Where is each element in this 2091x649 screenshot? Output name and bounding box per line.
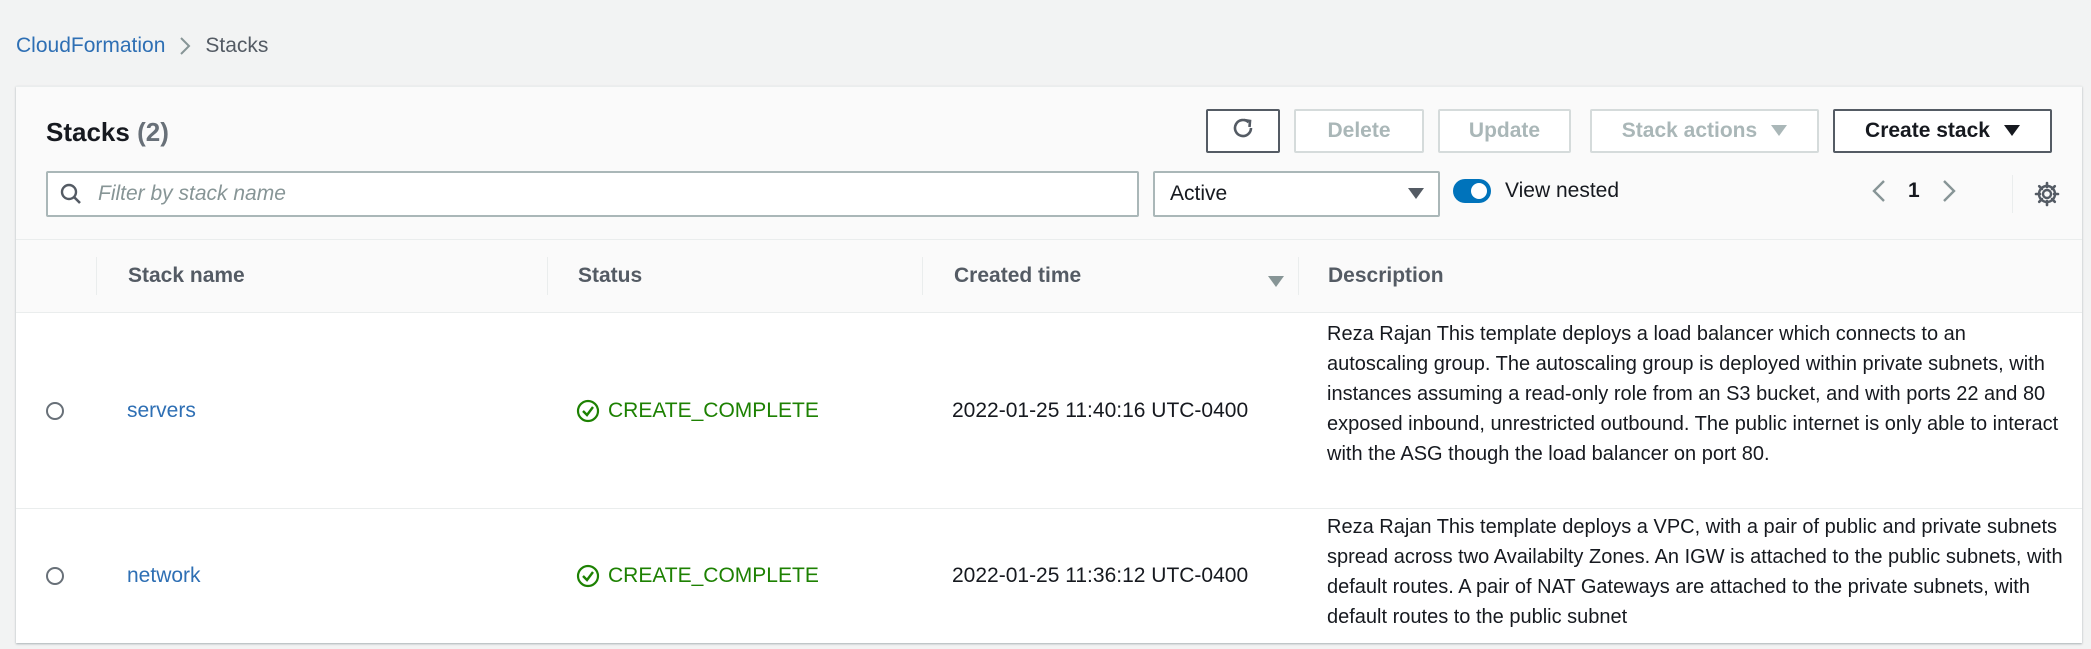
table-row: servers CREATE_COMPLETE 2022-01-25 11:40… [16, 313, 2082, 509]
created-time-cell: 2022-01-25 11:40:16 UTC-0400 [952, 398, 1249, 422]
view-nested-label: View nested [1505, 179, 1620, 202]
gear-icon[interactable] [2034, 181, 2060, 207]
row-radio[interactable] [46, 401, 64, 420]
chevron-right-icon [165, 35, 205, 57]
stack-actions-label: Stack actions [1621, 119, 1758, 142]
status-text: CREATE_COMPLETE [608, 563, 819, 587]
column-divider [1298, 257, 1299, 295]
search-input[interactable] [96, 181, 1100, 207]
created-time-cell: 2022-01-25 11:36:12 UTC-0400 [952, 563, 1249, 587]
description-cell: Reza Rajan This template deploys a load … [1327, 323, 2059, 465]
search-field[interactable] [46, 171, 1139, 217]
breadcrumb: CloudFormation Stacks [16, 34, 268, 58]
description-cell: Reza Rajan This template deploys a VPC, … [1327, 516, 2063, 628]
column-divider [547, 257, 548, 295]
chevron-left-icon[interactable] [1872, 179, 1886, 203]
status-badge: CREATE_COMPLETE [576, 564, 819, 588]
caret-down-icon [1408, 182, 1424, 206]
check-circle-icon [576, 564, 600, 587]
breadcrumb-current: Stacks [205, 34, 269, 57]
column-header-status[interactable]: Status [578, 240, 642, 312]
status-filter-value: Active [1170, 182, 1228, 205]
row-radio[interactable] [46, 566, 64, 585]
sort-descending-icon [1268, 270, 1284, 294]
status-cell: CREATE_COMPLETE [576, 509, 819, 642]
status-text: CREATE_COMPLETE [608, 398, 819, 422]
update-button[interactable]: Update [1438, 109, 1571, 153]
status-filter-select[interactable]: Active [1153, 171, 1440, 217]
breadcrumb-cloudformation-link[interactable]: CloudFormation [16, 34, 165, 58]
stack-name-cell: network [127, 509, 201, 642]
refresh-icon [1229, 114, 1257, 148]
table-header: Stack name Status Created time Descripti… [16, 240, 2082, 313]
title-text: Stacks [46, 117, 130, 147]
column-header-created-time[interactable]: Created time [954, 240, 1284, 312]
view-nested-toggle[interactable] [1453, 179, 1491, 203]
column-divider [96, 257, 97, 295]
created-time-label: Created time [954, 264, 1082, 287]
delete-button[interactable]: Delete [1294, 109, 1424, 153]
column-header-description[interactable]: Description [1328, 240, 1444, 312]
stack-name-link[interactable]: servers [127, 399, 196, 423]
divider [2012, 175, 2013, 213]
panel-header: Stacks (2) Delete Update Stack actions C… [16, 87, 2082, 240]
column-divider [922, 257, 923, 295]
stack-name-cell: servers [127, 313, 196, 508]
table-row: network CREATE_COMPLETE 2022-01-25 11:36… [16, 509, 2082, 642]
create-stack-button[interactable]: Create stack [1833, 109, 2052, 153]
stacks-panel: Stacks (2) Delete Update Stack actions C… [16, 86, 2082, 643]
caret-down-icon [2003, 119, 2020, 143]
column-header-stack-name[interactable]: Stack name [128, 240, 245, 312]
status-cell: CREATE_COMPLETE [576, 313, 819, 508]
stack-count: (2) [137, 117, 169, 147]
create-stack-label: Create stack [1865, 119, 1990, 142]
refresh-button[interactable] [1206, 109, 1280, 153]
current-page[interactable]: 1 [1908, 179, 1920, 203]
stack-actions-button[interactable]: Stack actions [1590, 109, 1819, 153]
view-nested-toggle-group: View nested [1437, 179, 1619, 203]
status-badge: CREATE_COMPLETE [576, 399, 819, 423]
page-title: Stacks (2) [46, 117, 169, 148]
row-select-cell [46, 509, 64, 642]
stack-name-link[interactable]: network [127, 564, 201, 588]
chevron-right-icon[interactable] [1942, 179, 1956, 203]
search-icon [60, 183, 82, 205]
row-select-cell [46, 313, 64, 508]
check-circle-icon [576, 399, 600, 422]
caret-down-icon [1771, 119, 1788, 143]
pagination: 1 [1872, 179, 1956, 203]
